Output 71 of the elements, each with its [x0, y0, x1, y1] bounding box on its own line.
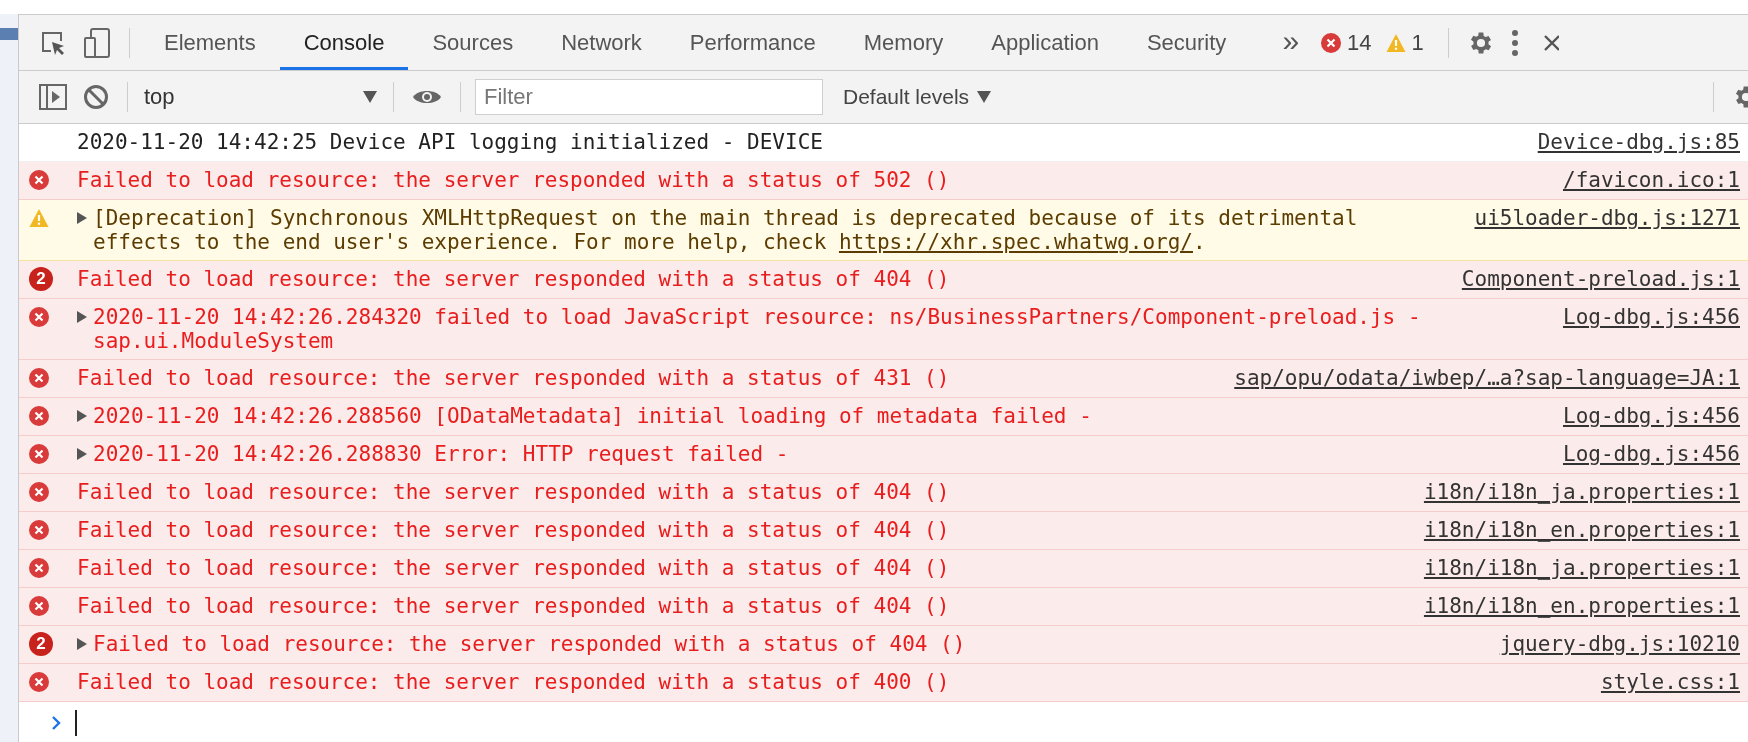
error-icon — [29, 558, 49, 578]
panel-tab[interactable]: Performance — [665, 15, 840, 70]
source-link[interactable]: i18n/i18n_en.properties:1 — [1423, 594, 1740, 618]
source-link[interactable]: /favicon.ico:1 — [1563, 168, 1740, 192]
sidebar-toggle-icon[interactable] — [39, 84, 67, 110]
error-icon — [29, 482, 49, 502]
warning-icon — [1385, 32, 1406, 53]
source-link[interactable]: sap/opu/odata/iwbep/…a?sap-language=JA:1 — [1234, 366, 1740, 390]
error-icon — [29, 406, 49, 426]
panel-tab[interactable]: Sources — [408, 15, 538, 70]
filter-field[interactable]: Filter — [475, 79, 823, 115]
dropdown-caret-icon — [977, 91, 992, 103]
console-message: 2020-11-20 14:42:26.288560 [ODataMetadata] initial loading of metadata failed - — [93, 404, 1093, 428]
panel-tab[interactable]: Security — [1122, 15, 1251, 70]
expand-triangle-icon[interactable] — [77, 448, 87, 460]
error-icon — [29, 444, 49, 464]
source-link[interactable]: ui5loader-dbg.js:1271 — [1474, 206, 1740, 230]
console-message: Failed to load resource: the server responded with a status of 431 () — [77, 366, 951, 390]
error-icon — [29, 368, 49, 388]
error-icon — [29, 596, 49, 616]
error-icon — [29, 307, 49, 327]
expand-triangle-icon[interactable] — [77, 638, 87, 650]
expand-triangle-icon[interactable] — [77, 212, 87, 224]
more-options-icon[interactable] — [1510, 29, 1519, 56]
console-message: Failed to load resource: the server responded with a status of 404 () — [77, 267, 951, 291]
close-icon[interactable] — [1542, 32, 1559, 53]
console-message: Failed to load resource: the server responded with a status of 404 () — [93, 632, 967, 656]
text-cursor — [75, 710, 77, 736]
clear-console-icon[interactable] — [83, 84, 109, 110]
message-link[interactable]: https://xhr.spec.whatwg.org/ — [838, 230, 1193, 254]
error-icon — [29, 672, 49, 692]
source-link[interactable]: i18n/i18n_en.properties:1 — [1423, 518, 1740, 542]
source-link[interactable]: style.css:1 — [1600, 670, 1740, 694]
warning-icon — [29, 208, 49, 228]
console-message: Failed to load resource: the server responded with a status of 404 () — [77, 518, 951, 542]
source-link[interactable]: i18n/i18n_ja.properties:1 — [1423, 556, 1740, 580]
source-link[interactable]: Log-dbg.js:456 — [1563, 404, 1740, 428]
expand-triangle-icon[interactable] — [77, 410, 87, 422]
context-select[interactable]: top — [138, 84, 383, 110]
repeat-count-badge: 2 — [29, 632, 53, 656]
expand-triangle-icon[interactable] — [77, 311, 87, 323]
console-message: 2020-11-20 14:42:26.284320 failed to load JavaScript resource: ns/BusinessPartners/Component-preload.js - sap.ui.ModuleSystem — [93, 305, 1422, 353]
console-message: Failed to load resource: the server responded with a status of 502 () — [77, 168, 951, 192]
console-message: 2020-11-20 14:42:25 Device API logging initialized - DEVICE — [77, 130, 824, 154]
error-icon — [29, 520, 49, 540]
error-count: 14 — [1347, 29, 1372, 56]
device-icon[interactable] — [83, 27, 111, 58]
source-link[interactable]: jquery-dbg.js:10210 — [1499, 632, 1740, 656]
console-message: 2020-11-20 14:42:26.288830 Error: HTTP request failed - — [93, 442, 790, 466]
repeat-count-badge: 2 — [29, 267, 53, 291]
source-link[interactable]: Log-dbg.js:456 — [1563, 305, 1740, 329]
prompt-chevron-icon — [51, 715, 61, 731]
dropdown-caret-icon — [363, 91, 377, 103]
source-link[interactable]: i18n/i18n_ja.properties:1 — [1423, 480, 1740, 504]
console-message: [Deprecation] Synchronous XMLHttpRequest on the main thread is deprecated because of its detrimental effects to the end user's experience. For more help, check https://xhr.spec.whatwg.org/. — [93, 206, 1359, 254]
panel-tab[interactable]: Network — [537, 15, 666, 70]
warning-count: 1 — [1411, 29, 1424, 56]
log-levels-dropdown[interactable]: Default levels — [837, 84, 998, 110]
console-message: Failed to load resource: the server responded with a status of 404 () — [77, 480, 951, 504]
source-link[interactable]: Component-preload.js:1 — [1461, 267, 1740, 291]
panel-tab[interactable]: Application — [967, 15, 1123, 70]
console-message: Failed to load resource: the server responded with a status of 404 () — [77, 556, 951, 580]
console-message: Failed to load resource: the server responded with a status of 404 () — [77, 594, 951, 618]
error-icon — [1321, 32, 1342, 53]
more-tabs-button[interactable]: » — [1250, 23, 1322, 62]
error-icon — [29, 170, 49, 190]
source-link[interactable]: Device-dbg.js:85 — [1537, 130, 1740, 154]
panel-tab[interactable]: Elements — [140, 15, 280, 70]
source-link[interactable]: Log-dbg.js:456 — [1563, 442, 1740, 466]
panel-tab[interactable]: Memory — [839, 15, 968, 70]
console-message: Failed to load resource: the server responded with a status of 400 () — [77, 670, 951, 694]
